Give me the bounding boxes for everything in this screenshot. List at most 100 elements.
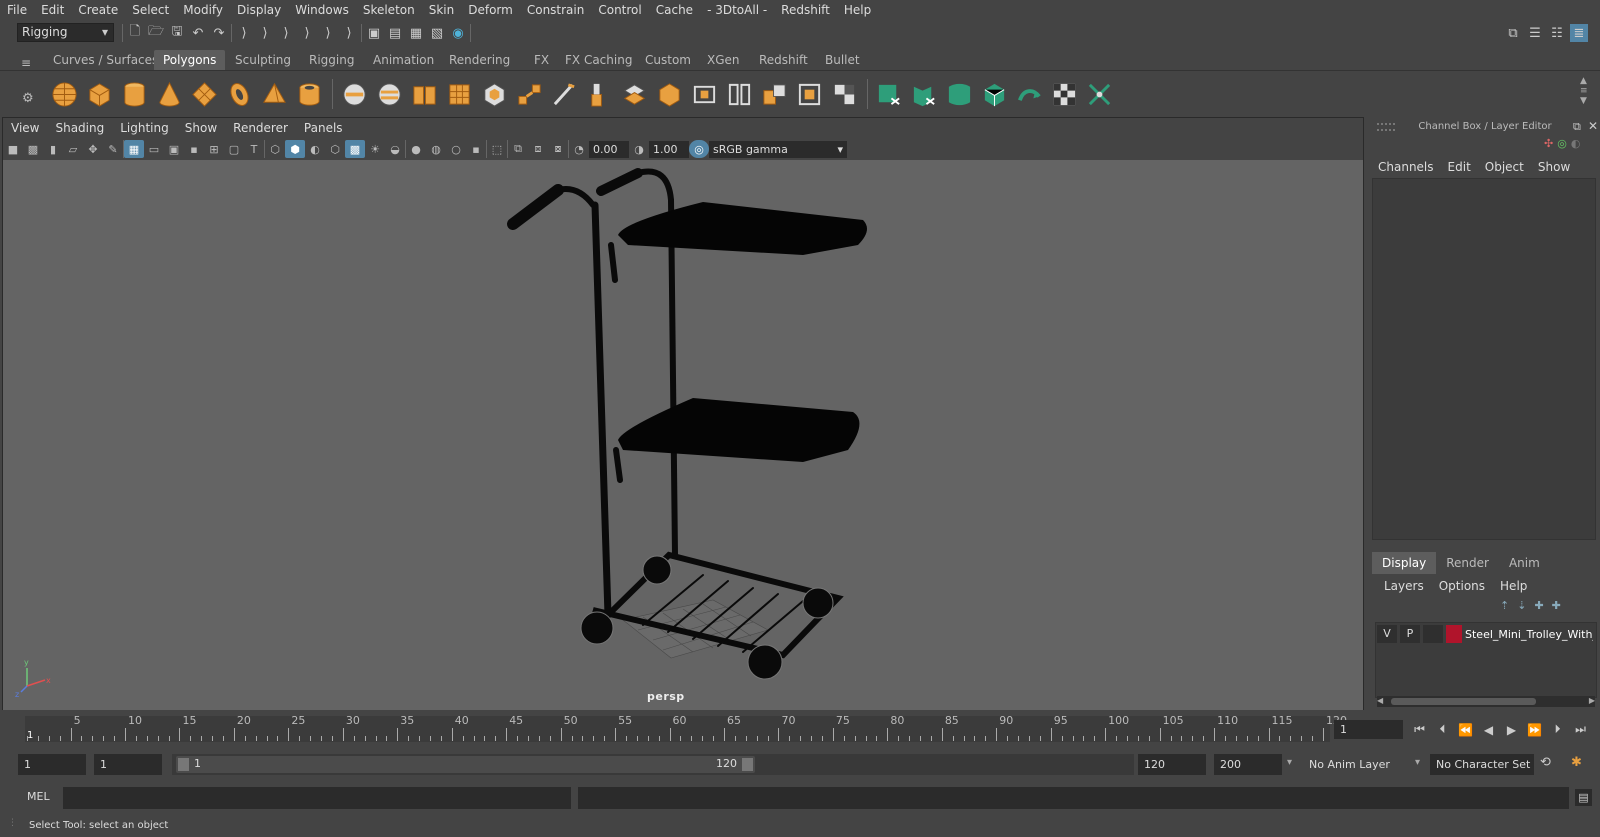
poly-plane-icon[interactable] [187,77,222,112]
cb-menu-edit[interactable]: Edit [1448,160,1471,174]
field-chart-icon[interactable]: ⊞ [204,140,224,158]
selection-mask-icon[interactable]: ⟩ [235,24,253,42]
planar-uv-icon[interactable] [907,77,942,112]
vp-menu-panels[interactable]: Panels [296,121,351,135]
render-view-icon[interactable]: ▣ [365,24,383,42]
move-layer-up-icon[interactable]: ⇡ [1500,599,1509,612]
chevron-down-icon[interactable]: ▾ [1415,757,1420,768]
vp-menu-shading[interactable]: Shading [47,121,112,135]
layer-display-type[interactable] [1423,625,1443,643]
fill-hole-icon[interactable] [687,77,722,112]
uv-editor-icon[interactable] [872,77,907,112]
menu-select[interactable]: Select [125,0,176,20]
le-menu-help[interactable]: Help [1500,579,1527,593]
command-input[interactable] [63,787,571,809]
target-weld-icon[interactable] [617,77,652,112]
cylindrical-uv-icon[interactable] [942,77,977,112]
layer-list-scrollbar[interactable]: ◀ ▶ [1377,696,1595,707]
film-gate-icon[interactable]: ▭ [144,140,164,158]
render-frame-icon[interactable]: ▤ [386,24,404,42]
render-settings-icon[interactable]: ▧ [428,24,446,42]
combine-icon[interactable] [337,77,372,112]
move-layer-down-icon[interactable]: ⇣ [1517,599,1526,612]
scene-start-field[interactable]: 1 [18,754,86,775]
snap-surface-icon[interactable]: ⟩ [340,24,358,42]
tab-anim[interactable]: Anim [1499,552,1550,574]
playback-end-field[interactable]: 120 [1138,754,1206,775]
new-layer-selected-icon[interactable]: ✚ [1552,599,1561,612]
exposure-field[interactable]: 0.00 [589,140,629,158]
menu-set-dropdown[interactable]: Rigging ▾ [17,23,114,42]
go-to-start-icon[interactable]: ⏮ [1408,720,1431,739]
bookmark-icon[interactable]: ▮ [43,140,63,158]
play-backwards-icon[interactable]: ◀ [1477,720,1500,739]
layer-row[interactable]: V P Steel_Mini_Trolley_With_ [1377,624,1595,644]
animation-preferences-icon[interactable]: ✱ [1571,755,1582,770]
script-editor-icon[interactable]: ▤ [1575,789,1592,806]
grease-pencil-icon[interactable]: ✎ [103,140,123,158]
scroll-thumb[interactable] [1391,698,1536,705]
anti-aliasing-icon[interactable]: ○ [446,140,466,158]
tool-settings-icon[interactable]: ☷ [1548,24,1566,42]
camera-attributes-icon[interactable]: ▩ [23,140,43,158]
gate-mask-icon[interactable]: ▪ [184,140,204,158]
vp-menu-show[interactable]: Show [177,121,225,135]
speed-icon[interactable]: ◎ [1557,137,1567,150]
modeling-toolkit-icon[interactable]: ⧉ [1504,24,1522,42]
cb-menu-channels[interactable]: Channels [1378,160,1434,174]
le-menu-options[interactable]: Options [1439,579,1485,593]
shelf-tab-bullet[interactable]: Bullet [816,50,869,70]
vp-menu-view[interactable]: View [3,121,47,135]
menu-control[interactable]: Control [591,0,648,20]
current-frame-field[interactable]: 1 [1334,720,1403,739]
view-transform-dropdown[interactable]: sRGB gamma ▾ [709,140,847,158]
le-menu-layers[interactable]: Layers [1384,579,1424,593]
xray-icon[interactable]: ⧉ [508,140,528,158]
shelf-tab-animation[interactable]: Animation [364,50,443,70]
step-forward-frame-icon[interactable]: ⏵ [1546,720,1569,739]
attribute-editor-icon[interactable]: ☰ [1526,24,1544,42]
scene-end-field[interactable]: 200 [1214,754,1282,775]
layer-visibility-toggle[interactable]: V [1377,625,1397,643]
menu-windows[interactable]: Windows [288,0,356,20]
cb-menu-show[interactable]: Show [1538,160,1570,174]
float-panel-icon[interactable]: ⧉ [1573,120,1581,134]
poly-cube-icon[interactable] [82,77,117,112]
2d-pan-zoom-icon[interactable]: ✥ [83,140,103,158]
poly-pyramid-icon[interactable] [257,77,292,112]
extrude-icon[interactable] [582,77,617,112]
smooth-icon[interactable] [442,77,477,112]
menu-display[interactable]: Display [230,0,288,20]
cut-uv-icon[interactable] [1082,77,1117,112]
shadows-icon[interactable]: ◒ [385,140,405,158]
vp-menu-renderer[interactable]: Renderer [225,121,296,135]
menu-skin[interactable]: Skin [422,0,462,20]
range-start-handle[interactable] [178,758,189,771]
snap-grid-icon[interactable]: ⟩ [256,24,274,42]
depth-of-field-icon[interactable]: ▪ [466,140,486,158]
undo-icon[interactable]: ↶ [189,24,207,42]
xray-components-icon[interactable]: ⧇ [548,140,568,158]
shelf-tab-custom[interactable]: Custom [636,50,700,70]
snap-curve-icon[interactable]: ⟩ [277,24,295,42]
wireframe-icon[interactable]: ⬡ [265,140,285,158]
poly-sphere-icon[interactable] [47,77,82,112]
scroll-right-icon[interactable]: ▶ [1589,696,1595,705]
menu-skeleton[interactable]: Skeleton [356,0,422,20]
tab-display[interactable]: Display [1372,552,1437,574]
textured-icon[interactable]: ▩ [345,140,365,158]
safe-action-icon[interactable]: ▢ [224,140,244,158]
character-set-field[interactable]: No Character Set [1430,754,1534,775]
new-empty-layer-icon[interactable]: ✚ [1534,599,1543,612]
range-slider-bar[interactable]: 1 120 [176,756,755,773]
script-language-toggle[interactable]: MEL [27,790,50,803]
color-management-icon[interactable]: ◎ [689,140,709,158]
tab-render[interactable]: Render [1436,552,1499,574]
vp-menu-lighting[interactable]: Lighting [112,121,177,135]
camera-icon[interactable]: ■ [3,140,23,158]
shelf-tab-curves-surfaces[interactable]: Curves / Surfaces [44,50,167,70]
poly-torus-icon[interactable] [222,77,257,112]
anim-layer-dropdown[interactable]: No Anim Layer [1303,754,1423,775]
shelf-tab-sculpting[interactable]: Sculpting [226,50,300,70]
mirror-icon[interactable] [722,77,757,112]
